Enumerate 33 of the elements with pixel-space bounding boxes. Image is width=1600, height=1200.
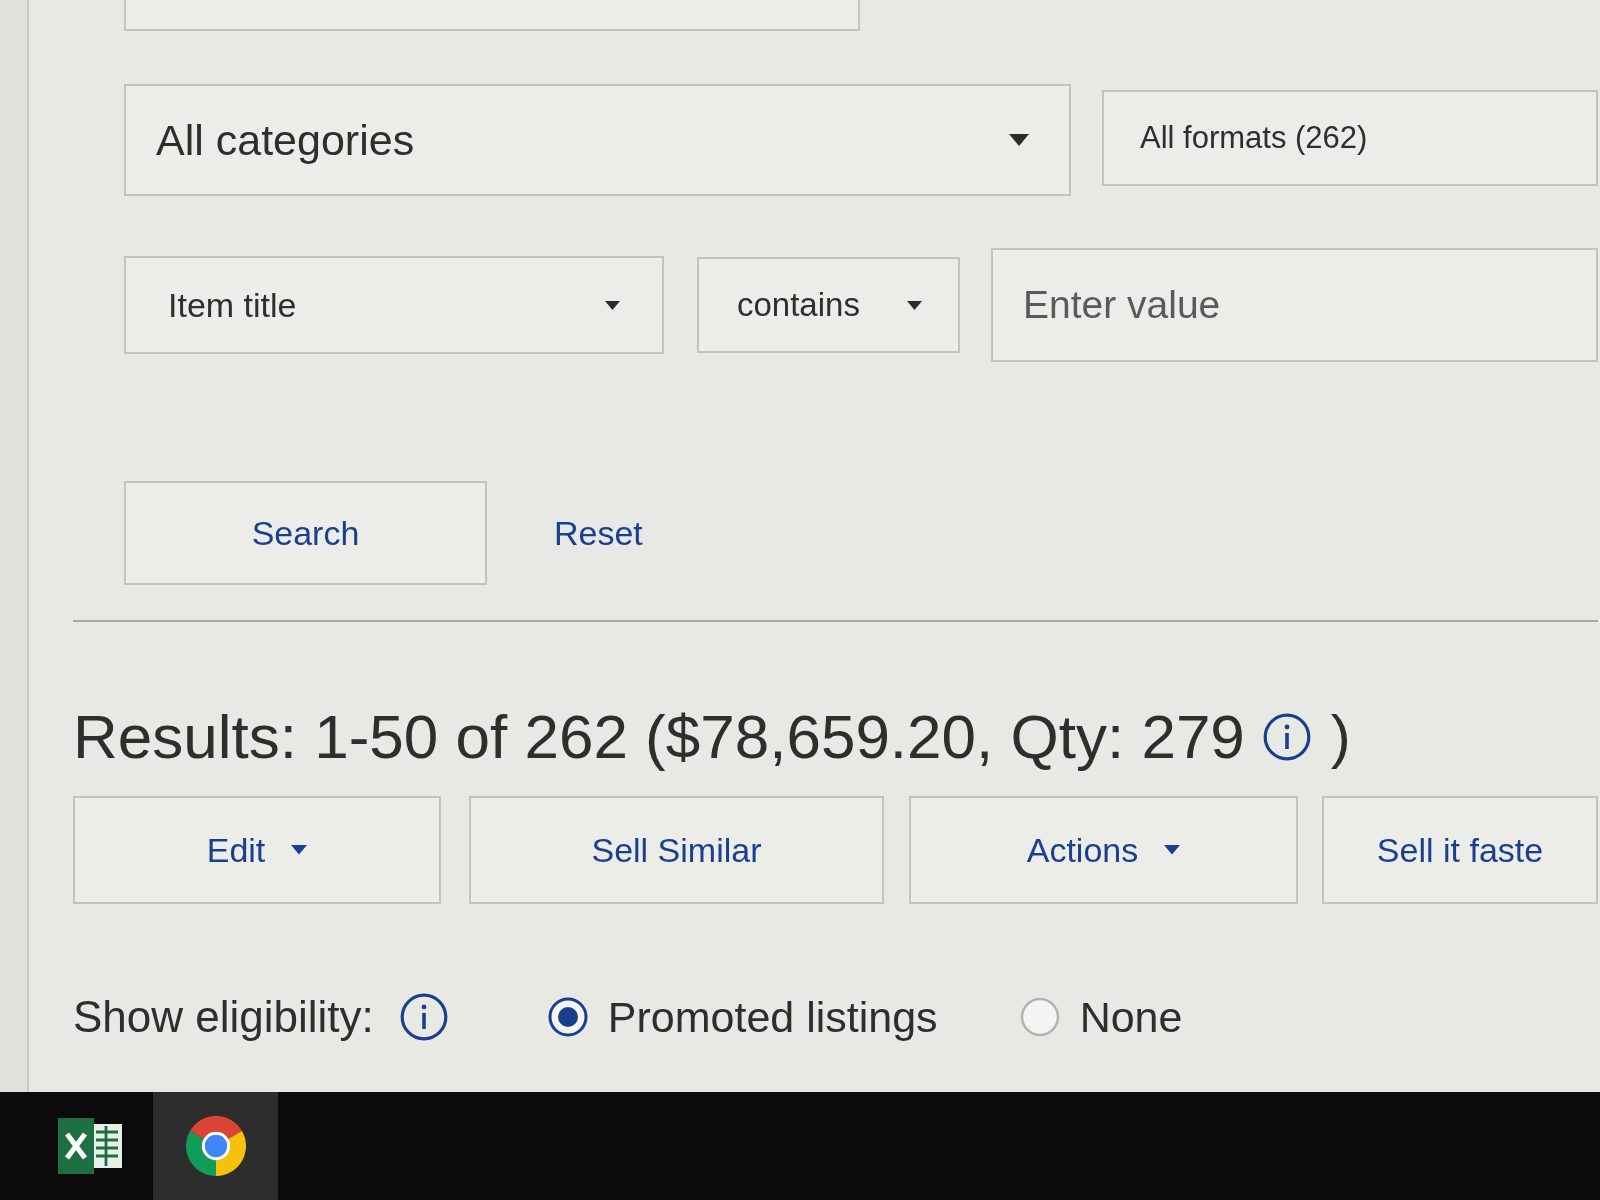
select-value: All formats (262) xyxy=(1140,118,1368,157)
dropdown-field[interactable] xyxy=(124,0,860,31)
radio-button[interactable] xyxy=(547,997,588,1037)
info-icon[interactable] xyxy=(399,993,448,1041)
operator-select[interactable]: contains xyxy=(697,257,960,353)
field-select[interactable]: Item title xyxy=(124,256,664,354)
eligibility-label: Show eligibility: xyxy=(73,991,374,1043)
dropdown-button[interactable]: Actions xyxy=(909,796,1298,904)
select-value: All categories xyxy=(156,114,415,166)
action-button[interactable]: Sell Similar xyxy=(469,796,884,904)
radio-button[interactable] xyxy=(1019,997,1060,1037)
action-button[interactable]: Sell it faste xyxy=(1322,796,1598,904)
reset-link[interactable]: Reset xyxy=(554,507,643,559)
radio-label[interactable]: Promoted listings xyxy=(607,984,938,1050)
category-select[interactable]: All categories xyxy=(124,84,1071,196)
spreadsheet-app-icon xyxy=(57,1118,124,1174)
select-value: contains xyxy=(737,285,860,326)
results-summary: Results: 1-50 of 262 ($78,659.20, Qty: 279 xyxy=(73,702,1245,772)
caret-icon xyxy=(1009,134,1029,146)
select-value: Item title xyxy=(168,284,297,326)
value-input[interactable]: Enter value xyxy=(991,248,1598,362)
taskbar-app-button[interactable] xyxy=(153,1092,278,1200)
info-icon[interactable] xyxy=(1262,713,1311,761)
dropdown-button[interactable]: Edit xyxy=(73,796,441,904)
results-closing-parenthesis: ) xyxy=(1330,702,1351,772)
browser-app-icon xyxy=(185,1116,246,1176)
format-select[interactable]: All formats (262) xyxy=(1102,90,1598,186)
caret-icon xyxy=(907,300,922,310)
caret-icon xyxy=(1164,845,1181,855)
radio-label[interactable]: None xyxy=(1079,984,1183,1050)
search-button[interactable]: Search xyxy=(124,481,487,585)
caret-icon xyxy=(291,845,308,855)
caret-icon xyxy=(605,300,620,310)
